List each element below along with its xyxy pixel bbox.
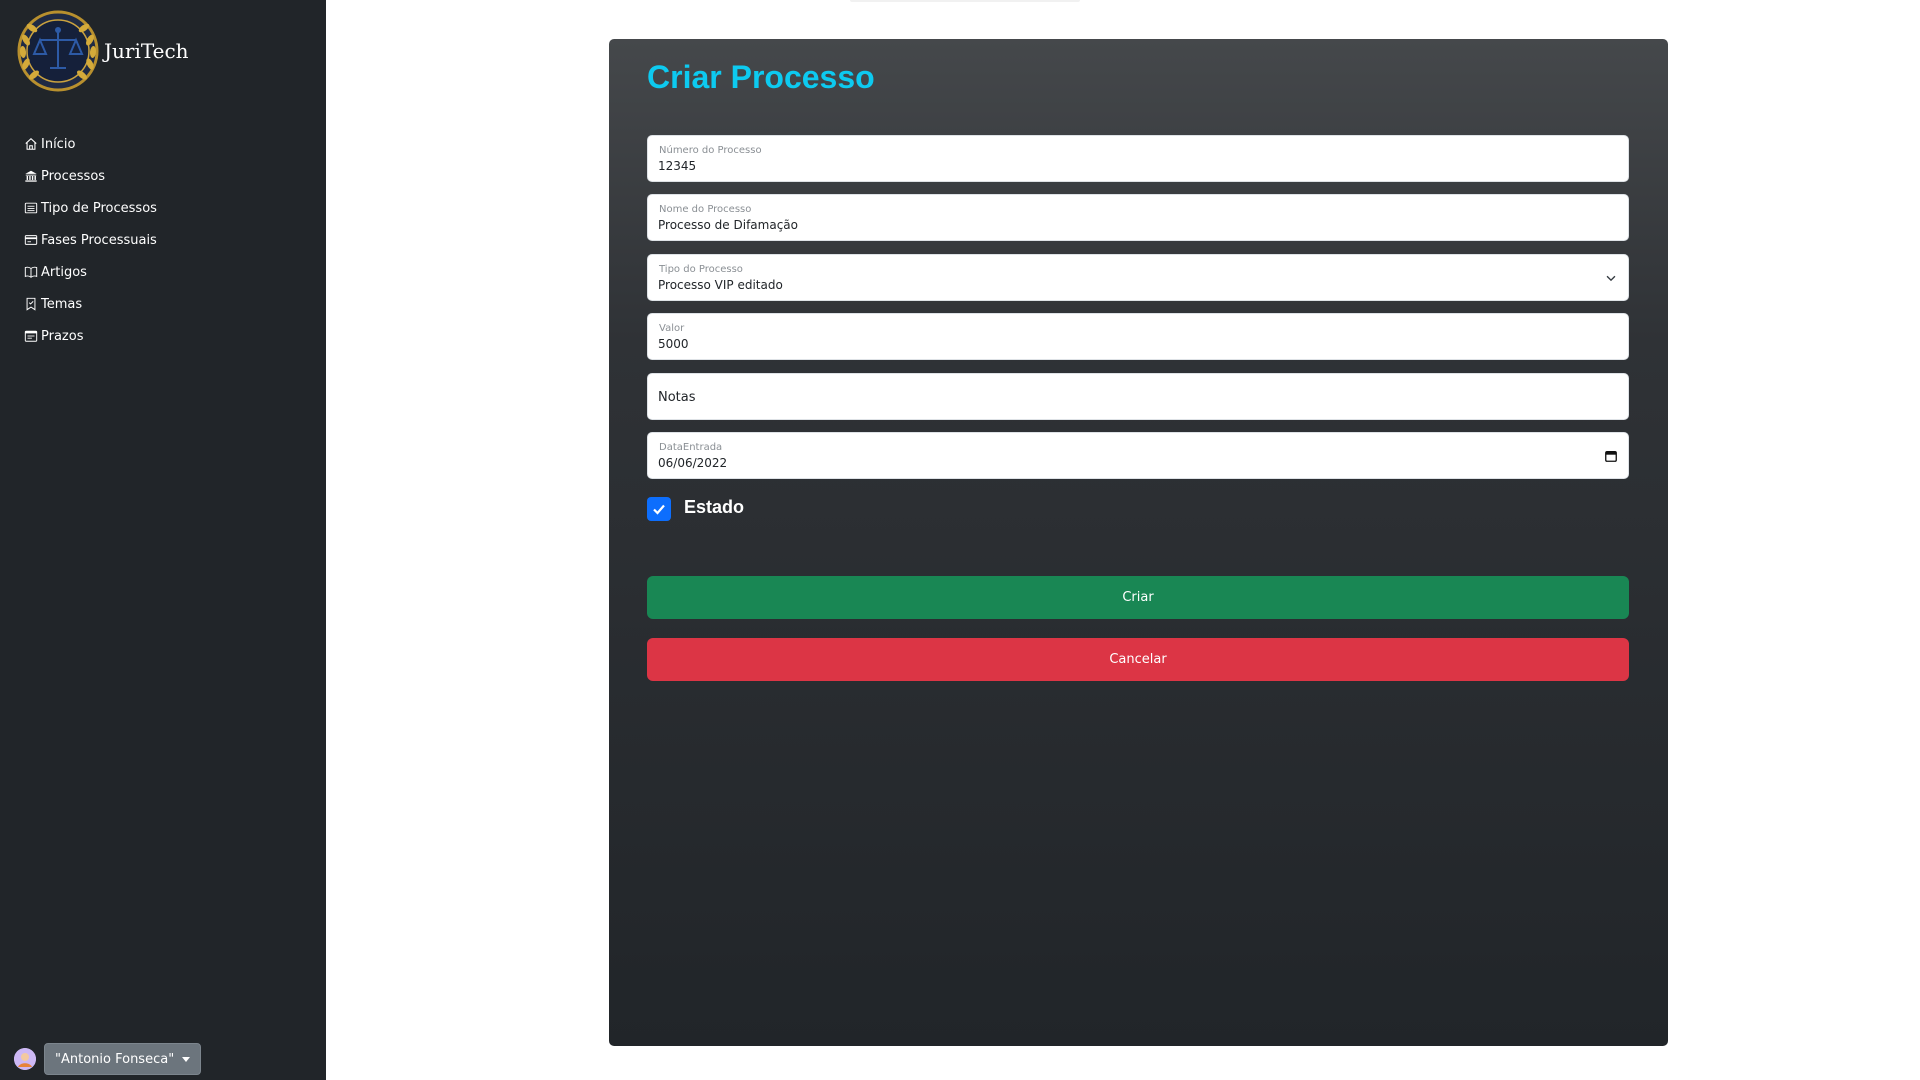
card-icon: [24, 233, 38, 247]
sidebar-item-inicio[interactable]: Início: [24, 128, 157, 160]
tipo-processo-select[interactable]: Tipo do Processo Processo VIP editado: [647, 254, 1629, 301]
estado-checkbox[interactable]: [647, 497, 671, 521]
house-icon: [24, 137, 38, 151]
sidebar-item-label: Fases Processuais: [41, 232, 157, 248]
calendar-icon: [24, 329, 38, 343]
data-entrada-value: 06/06/2022: [658, 456, 728, 470]
create-process-card: Criar Processo Número do Processo Nome d…: [609, 39, 1668, 1046]
sidebar-item-label: Processos: [41, 168, 106, 184]
book-icon: [24, 265, 38, 279]
sidebar-item-artigos[interactable]: Artigos: [24, 256, 157, 288]
valor-input[interactable]: [658, 337, 1558, 351]
sidebar: JuriTech Início Processos Tipo de Proces…: [0, 0, 326, 1080]
caret-down-icon: [182, 1056, 191, 1062]
user-avatar-icon: [14, 1048, 36, 1070]
estado-row: Estado: [647, 493, 744, 521]
sidebar-item-fases-processuais[interactable]: Fases Processuais: [24, 224, 157, 256]
sidebar-item-temas[interactable]: Temas: [24, 288, 157, 320]
sidebar-item-label: Artigos: [41, 264, 87, 280]
sidebar-item-processos[interactable]: Processos: [24, 160, 157, 192]
sidebar-item-tipo-processos[interactable]: Tipo de Processos: [24, 192, 157, 224]
avatar: [14, 1048, 36, 1070]
chevron-down-icon: [1606, 275, 1616, 282]
notas-placeholder: Notas: [658, 390, 696, 405]
numero-processo-field[interactable]: Número do Processo: [647, 135, 1629, 182]
user-dropdown-button[interactable]: "Antonio Fonseca": [44, 1043, 202, 1075]
sidebar-nav: Início Processos Tipo de Processos Fases…: [24, 128, 157, 352]
top-toast-edge: [850, 0, 1080, 2]
sidebar-item-label: Prazos: [41, 328, 84, 344]
nome-processo-field[interactable]: Nome do Processo: [647, 194, 1629, 241]
bank-icon: [24, 169, 38, 183]
sidebar-item-label: Temas: [41, 296, 83, 312]
sidebar-item-label: Início: [41, 136, 76, 152]
criar-button[interactable]: Criar: [647, 576, 1629, 619]
list-icon: [24, 201, 38, 215]
sidebar-item-prazos[interactable]: Prazos: [24, 320, 157, 352]
juritech-logo-icon: [17, 10, 99, 92]
page-title: Criar Processo: [647, 59, 875, 95]
field-label: Valor: [659, 323, 685, 334]
valor-field[interactable]: Valor: [647, 313, 1629, 360]
notas-field[interactable]: Notas: [647, 373, 1629, 420]
cancelar-button[interactable]: Cancelar: [647, 638, 1629, 681]
checkmark-icon: [653, 504, 665, 515]
estado-label: Estado: [684, 496, 745, 517]
brand-link[interactable]: JuriTech: [16, 10, 189, 92]
data-entrada-field[interactable]: DataEntrada 06/06/2022: [647, 432, 1629, 479]
user-menu: "Antonio Fonseca": [14, 1043, 202, 1075]
brand-name: JuriTech: [104, 39, 189, 63]
field-label: Tipo do Processo: [659, 264, 743, 275]
numero-processo-input[interactable]: [658, 159, 1558, 173]
field-label: Nome do Processo: [659, 204, 752, 215]
calendar-picker-icon[interactable]: [1604, 449, 1618, 463]
nome-processo-input[interactable]: [658, 218, 1558, 232]
bookmark-icon: [24, 297, 38, 311]
field-label: Número do Processo: [659, 145, 762, 156]
sidebar-item-label: Tipo de Processos: [41, 200, 157, 216]
user-name: "Antonio Fonseca": [55, 1051, 175, 1067]
field-label: DataEntrada: [659, 442, 723, 453]
tipo-processo-value: Processo VIP editado: [658, 278, 783, 292]
